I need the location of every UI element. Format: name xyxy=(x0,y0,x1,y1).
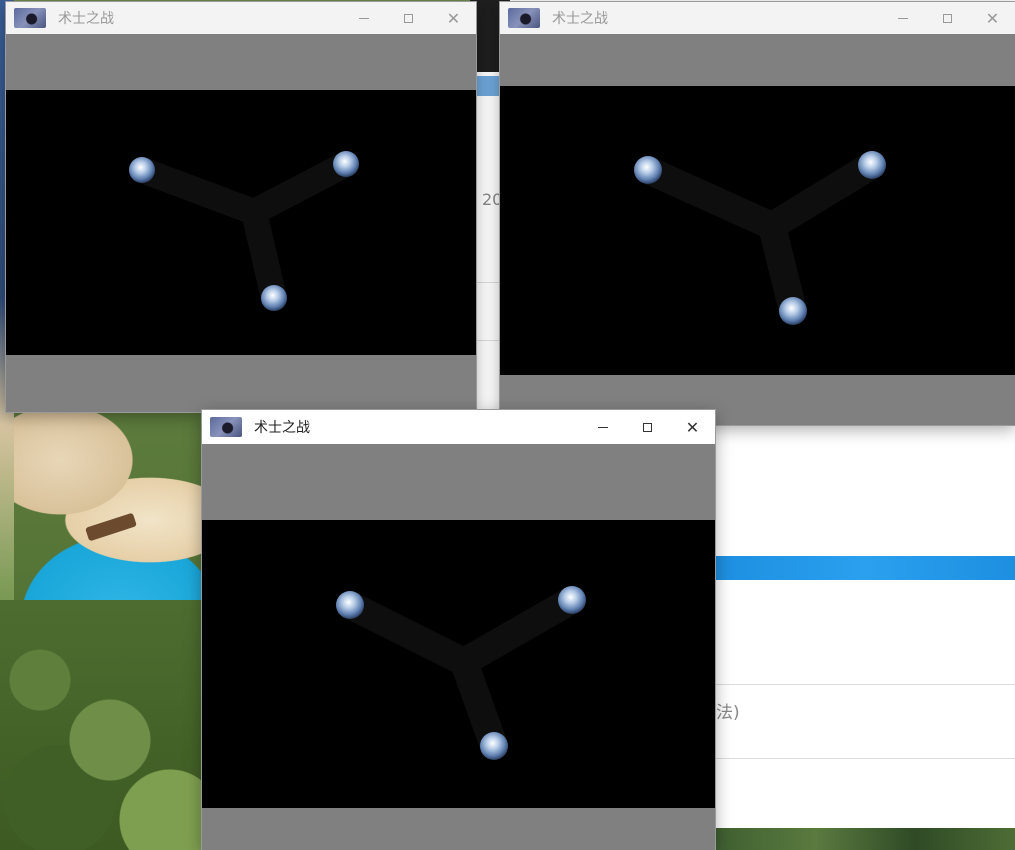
game-canvas[interactable] xyxy=(202,520,715,808)
divider xyxy=(716,684,1015,685)
game-canvas[interactable] xyxy=(500,86,1015,375)
maximize-button[interactable] xyxy=(925,2,970,34)
spell-trail xyxy=(336,586,586,760)
app-icon xyxy=(14,8,46,28)
crystal-orb-icon[interactable] xyxy=(336,591,364,619)
background-app-banner xyxy=(716,556,1015,580)
crystal-orb-icon[interactable] xyxy=(779,297,807,325)
crystal-orb-icon[interactable] xyxy=(333,151,359,177)
close-button[interactable]: ✕ xyxy=(670,411,715,443)
wallpaper-foliage xyxy=(0,600,205,850)
window-title: 术士之战 xyxy=(552,11,608,27)
game-scene-svg xyxy=(129,151,359,311)
title-bar[interactable]: 术士之战 ✕ xyxy=(202,410,715,444)
game-window-1[interactable]: 术士之战 ✕ xyxy=(6,2,476,412)
close-button[interactable]: ✕ xyxy=(970,2,1015,34)
maximize-button[interactable] xyxy=(625,411,670,443)
wallpaper-shipwreck xyxy=(85,512,137,542)
game-scene-svg xyxy=(634,151,886,325)
crystal-orb-icon[interactable] xyxy=(261,285,287,311)
background-app-text: 法) xyxy=(716,703,740,723)
minimize-button[interactable] xyxy=(341,2,386,34)
window-title: 术士之战 xyxy=(254,420,310,436)
minimize-button[interactable] xyxy=(580,411,625,443)
close-button[interactable]: ✕ xyxy=(431,2,476,34)
game-scene-svg xyxy=(336,586,586,760)
crystal-orb-icon[interactable] xyxy=(480,732,508,760)
background-app-image xyxy=(716,828,1015,850)
game-window-2[interactable]: 术士之战 ✕ xyxy=(500,2,1015,425)
title-bar[interactable]: 术士之战 ✕ xyxy=(500,2,1015,34)
title-bar[interactable]: 术士之战 ✕ xyxy=(6,2,476,34)
crystal-orb-icon[interactable] xyxy=(129,157,155,183)
app-icon xyxy=(508,8,540,28)
maximize-button[interactable] xyxy=(386,2,431,34)
game-canvas[interactable] xyxy=(6,90,476,355)
app-icon xyxy=(210,417,242,437)
crystal-orb-icon[interactable] xyxy=(634,156,662,184)
window-title: 术士之战 xyxy=(58,11,114,27)
spell-trail xyxy=(129,151,359,311)
spell-trail xyxy=(634,151,886,325)
crystal-orb-icon[interactable] xyxy=(558,586,586,614)
crystal-orb-icon[interactable] xyxy=(858,151,886,179)
game-window-3[interactable]: 术士之战 ✕ xyxy=(202,410,715,850)
divider xyxy=(716,758,1015,759)
minimize-button[interactable] xyxy=(880,2,925,34)
